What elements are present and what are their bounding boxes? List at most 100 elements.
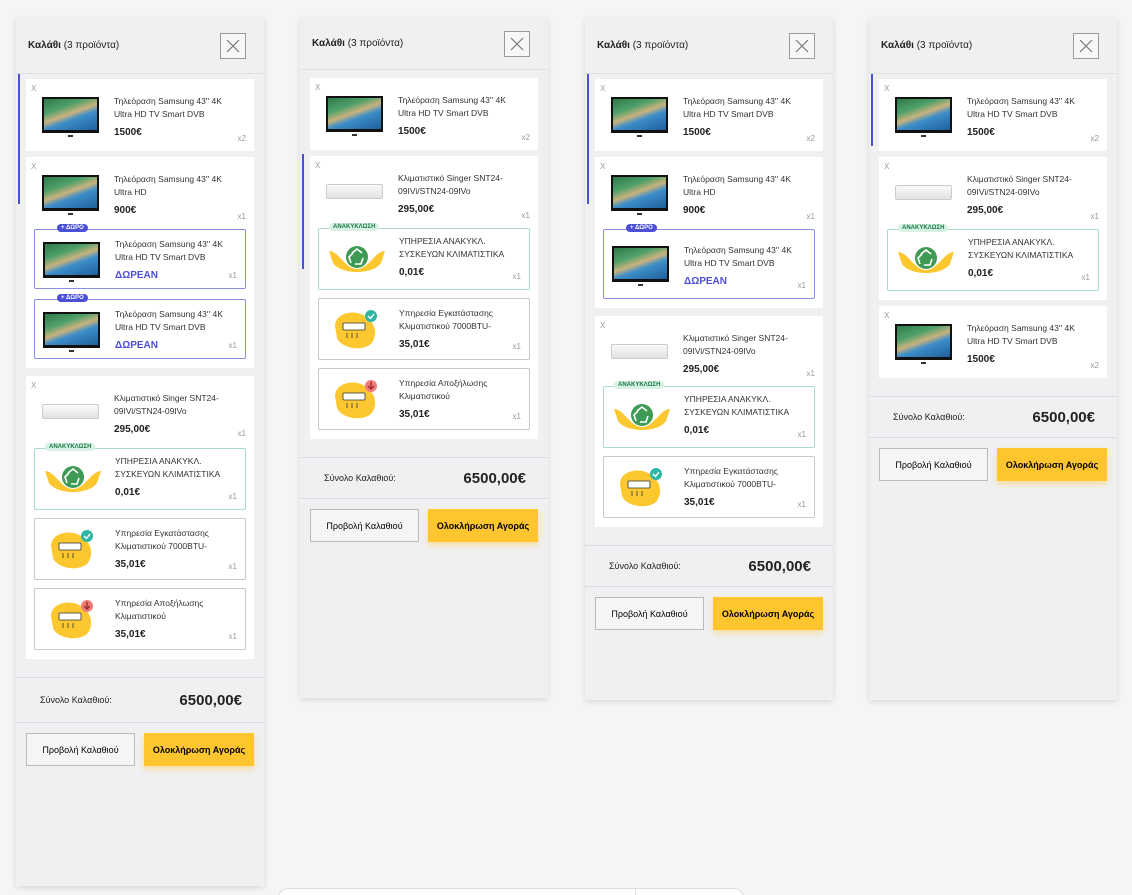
close-button[interactable] [789, 32, 815, 59]
checkout-button[interactable]: Ολοκλήρωση Αγοράς [997, 448, 1107, 481]
item-qty: x1 [806, 369, 815, 378]
item-name: Τηλεόραση Samsung 43'' 4K Ultra HD TV Sm… [115, 309, 223, 332]
item-price: 35,01€ [399, 409, 430, 420]
cart-title: Καλάθι (3 προϊόντα) [312, 38, 403, 49]
item-price: 295,00€ [683, 364, 720, 375]
item-price: ΔΩΡΕΑΝ [115, 270, 158, 281]
checkout-button[interactable]: Ολοκλήρωση Αγοράς [428, 509, 538, 542]
cart-item-tv: X Τηλεόραση Samsung 43'' 4K Ultra HD TV … [879, 79, 1107, 151]
remove-item-button[interactable]: X [600, 162, 605, 171]
item-price: 1500€ [683, 127, 711, 138]
item-price: 0,01€ [399, 267, 425, 278]
item-qty: x2 [237, 134, 246, 143]
checkout-button[interactable]: Ολοκλήρωση Αγοράς [713, 597, 823, 630]
cart-item-ac-bundle: X Κλιματιστικό Singer SNT24-09IVi/STN24-… [595, 316, 823, 527]
cart-item-tv: X Τηλεόραση Samsung 43'' 4K Ultra HD TV … [310, 78, 538, 150]
installation-icon [620, 468, 662, 507]
view-cart-button[interactable]: Προβολή Καλαθιού [879, 448, 988, 481]
cart-panel-3: Καλάθι (3 προϊόντα) X Τηλεόραση Samsung … [585, 18, 833, 700]
cart-total-row: Σύνολο Καλαθιού: 6500,00€ [16, 677, 264, 723]
installation-icon [335, 310, 377, 349]
item-name: ΥΠΗΡΕΣΙΑ ΑΝΑΚΥΚΛ. ΣΥΣΚΕΥΩΝ ΚΛΙΜΑΤΙΣΤΙΚΑ [684, 394, 790, 417]
tv-thumbnail [43, 242, 100, 282]
item-name: Κλιματιστικό Singer SNT24-09IVi/STN24-09… [398, 173, 503, 196]
close-button[interactable] [1073, 32, 1099, 59]
cart-panel-4: Καλάθι (3 προϊόντα) X Τηλεόραση Samsung … [869, 18, 1117, 700]
item-name: Υπηρεσία Εγκατάστασης Κλιματιστικού 7000… [115, 528, 209, 551]
close-icon [226, 39, 240, 52]
item-name: Τηλεόραση Samsung 43'' 4K Ultra HD TV Sm… [114, 96, 222, 119]
cart-item-list: X Τηλεόραση Samsung 43'' 4K Ultra HD TV … [300, 70, 548, 457]
bottom-toolbar [278, 888, 744, 895]
checkout-button[interactable]: Ολοκλήρωση Αγοράς [144, 733, 254, 766]
item-price: 1500€ [114, 127, 142, 138]
item-name: Τηλεόραση Samsung 43'' 4K Ultra HD TV Sm… [683, 96, 791, 119]
remove-item-button[interactable]: X [315, 161, 320, 170]
item-name: Υπηρεσία Αποξήλωσης Κλιματιστικού [115, 598, 204, 621]
item-qty: x1 [797, 500, 806, 509]
remove-item-button[interactable]: X [315, 83, 320, 92]
cart-header: Καλάθι (3 προϊόντα) [585, 18, 833, 74]
ac-thumbnail [611, 344, 668, 359]
close-icon [795, 39, 809, 52]
cart-count: (3 προϊόντα) [916, 40, 973, 51]
item-qty: x2 [806, 134, 815, 143]
cart-total-row: Σύνολο Καλαθιού: 6500,00€ [300, 457, 548, 499]
remove-item-button[interactable]: X [884, 84, 889, 93]
item-qty: x1 [797, 281, 806, 290]
view-cart-button[interactable]: Προβολή Καλαθιού [595, 597, 704, 630]
item-qty: x1 [228, 632, 237, 641]
uninstall-service-item: Υπηρεσία Αποξήλωσης Κλιματιστικού 35,01€ … [34, 588, 246, 650]
item-name: Τηλεόραση Samsung 43'' 4K Ultra HD TV Sm… [967, 96, 1075, 119]
installation-icon [51, 530, 93, 569]
item-name: Τηλεόραση Samsung 43'' 4K Ultra HD TV Sm… [398, 95, 506, 118]
cart-count: (3 προϊόντα) [63, 40, 120, 51]
item-name: Υπηρεσία Εγκατάστασης Κλιματιστικού 7000… [399, 308, 493, 331]
cart-total-value: 6500,00€ [748, 557, 811, 575]
item-qty: x1 [228, 271, 237, 280]
close-button[interactable] [220, 32, 246, 59]
remove-item-button[interactable]: X [884, 162, 889, 171]
item-qty: x1 [228, 492, 237, 501]
cart-item-tv-bundle: X Τηλεόραση Samsung 43'' 4K Ultra HD 900€… [595, 157, 823, 308]
item-name: ΥΠΗΡΕΣΙΑ ΑΝΑΚΥΚΛ. ΣΥΣΚΕΥΩΝ ΚΛΙΜΑΤΙΣΤΙΚΑ [115, 456, 221, 479]
item-price: ΔΩΡΕΑΝ [684, 276, 727, 287]
cart-item-ac-bundle: X Κλιματιστικό Singer SNT24-09IVi/STN24-… [879, 157, 1107, 300]
view-cart-button[interactable]: Προβολή Καλαθιού [310, 509, 419, 542]
tv-thumbnail [43, 312, 100, 352]
item-qty: x1 [237, 212, 246, 221]
close-button[interactable] [504, 30, 530, 57]
remove-item-button[interactable]: X [31, 162, 36, 171]
item-name: ΥΠΗΡΕΣΙΑ ΑΝΑΚΥΚΛ. ΣΥΣΚΕΥΩΝ ΚΛΙΜΑΤΙΣΤΙΚΑ [968, 237, 1074, 260]
item-price: 900€ [114, 205, 137, 216]
tv-thumbnail [612, 246, 669, 286]
recycle-service-item: ΑΝΑΚΥΚΛΩΣΗ ΥΠΗΡΕΣΙΑ ΑΝΑΚΥΚΛ. ΣΥΣΚΕΥΩΝ ΚΛ… [603, 381, 815, 448]
tv-thumbnail [611, 175, 668, 215]
cart-item-ac-bundle: X Κλιματιστικό Singer SNT24-09IVi/STN24-… [26, 376, 254, 659]
item-price: 1500€ [967, 354, 995, 365]
view-cart-button[interactable]: Προβολή Καλαθιού [26, 733, 135, 766]
item-qty: x1 [806, 212, 815, 221]
cart-count: (3 προϊόντα) [632, 40, 689, 51]
remove-item-button[interactable]: X [31, 84, 36, 93]
cart-title: Καλάθι (3 προϊόντα) [28, 40, 119, 51]
item-qty: x1 [228, 341, 237, 350]
ac-thumbnail [42, 404, 99, 419]
remove-item-button[interactable]: X [600, 84, 605, 93]
item-price: 35,01€ [399, 339, 430, 350]
remove-item-button[interactable]: X [884, 311, 889, 320]
item-name: Υπηρεσία Αποξήλωσης Κλιματιστικού [399, 378, 488, 401]
uninstallation-icon [335, 380, 377, 419]
cart-item-tv: X Τηλεόραση Samsung 43'' 4K Ultra HD TV … [595, 79, 823, 151]
item-price: 900€ [683, 205, 706, 216]
item-qty: x1 [512, 412, 521, 421]
gift-item: + ΔΩΡΟ Τηλεόραση Samsung 43'' 4K Ultra H… [34, 294, 246, 359]
item-qty: x2 [521, 133, 530, 142]
item-name: Τηλεόραση Samsung 43'' 4K Ultra HD TV Sm… [115, 239, 223, 262]
cart-count: (3 προϊόντα) [347, 38, 404, 49]
remove-item-button[interactable]: X [31, 381, 36, 390]
cart-item-tv: X Τηλεόραση Samsung 43'' 4K Ultra HD TV … [879, 306, 1107, 378]
remove-item-button[interactable]: X [600, 321, 605, 330]
item-price: 35,01€ [684, 497, 715, 508]
tv-thumbnail [611, 97, 668, 137]
